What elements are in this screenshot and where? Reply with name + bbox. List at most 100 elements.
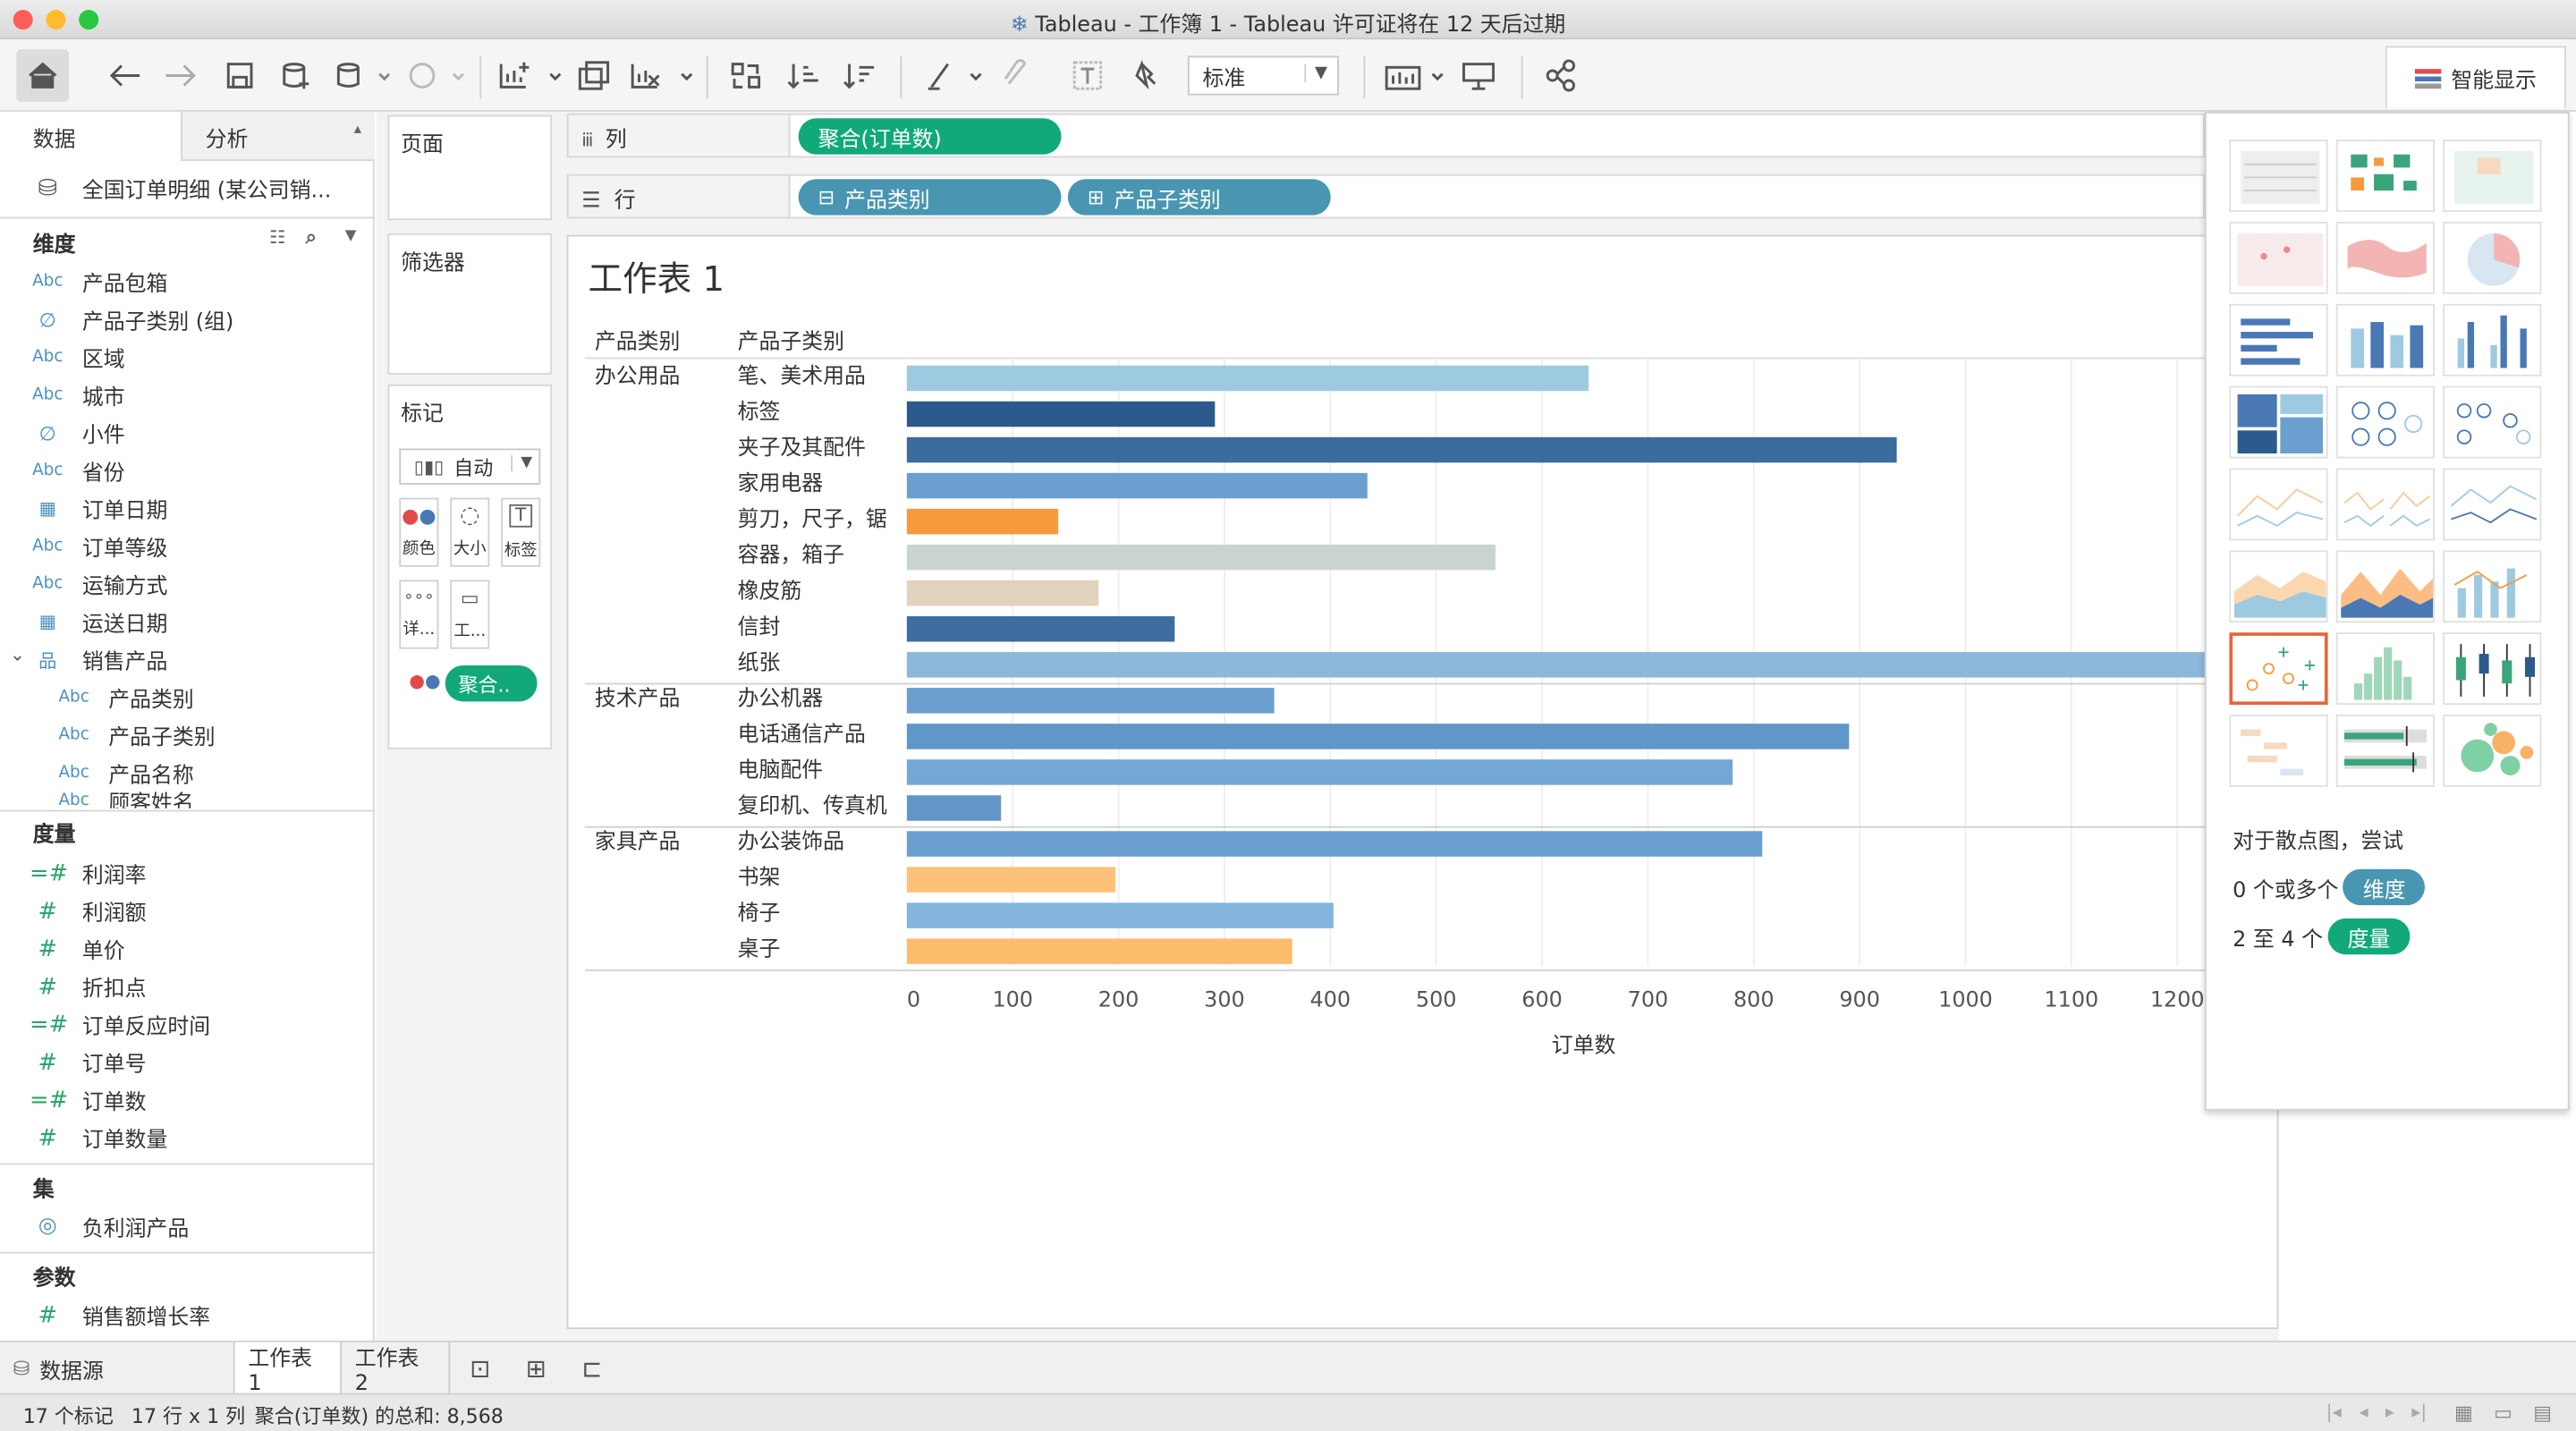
sort-descending-button[interactable] <box>841 55 880 95</box>
prev-page-icon[interactable]: ◂ <box>2360 1401 2368 1423</box>
sheet-sorter-icon[interactable]: ▦ <box>2454 1401 2473 1425</box>
presentation-mode-button[interactable] <box>1459 55 1498 95</box>
measure-item[interactable]: # 利润额 <box>0 892 375 929</box>
dimension-item[interactable]: Abc 产品包箱 <box>0 263 375 301</box>
show-me-discrete-lines[interactable] <box>2335 468 2435 541</box>
size-button[interactable]: ◌ 大小 <box>450 497 490 567</box>
undo-button[interactable] <box>106 55 145 95</box>
next-page-icon[interactable]: ▸ <box>2385 1401 2394 1423</box>
hierarchy-item[interactable]: Abc 产品名称 <box>0 754 375 792</box>
show-me-dual-combination[interactable] <box>2443 550 2542 623</box>
columns-pill[interactable]: 聚合(订单数) <box>798 118 1062 155</box>
measure-item[interactable]: # 单价 <box>0 930 375 968</box>
tab-sheet-1[interactable]: 工作表 1 <box>233 1342 343 1396</box>
fit-select[interactable]: 标准 ▼ <box>1187 55 1339 96</box>
show-me-heat-map[interactable] <box>2335 140 2435 212</box>
show-me-treemap[interactable] <box>2229 385 2328 459</box>
color-button[interactable]: ●● 颜色 <box>399 497 439 567</box>
show-me-packed-bubbles[interactable] <box>2443 715 2542 787</box>
new-story-tab[interactable]: ⊏ <box>568 1342 621 1395</box>
show-me-continuous-lines[interactable] <box>2229 468 2328 541</box>
mark-type-select[interactable]: ▯▮▯ 自动 ▼ <box>399 448 541 485</box>
dimension-item[interactable]: Abc 运输方式 <box>0 565 375 603</box>
tab-sheet-2[interactable]: 工作表 2 <box>342 1342 451 1396</box>
save-button[interactable] <box>220 55 259 95</box>
show-me-pie-chart[interactable] <box>2443 221 2542 294</box>
clear-sheet-button[interactable] <box>628 55 693 95</box>
dimension-item[interactable]: Abc 省份 <box>0 452 375 489</box>
measure-item[interactable]: =# 利润率 <box>0 854 375 892</box>
tab-datasource[interactable]: ⛁ 数据源 <box>0 1342 233 1395</box>
marks-color-pill[interactable]: 聚合.. <box>445 665 538 702</box>
dimensions-menu-icon[interactable]: ▼ <box>345 228 357 244</box>
show-me-side-by-side-bars[interactable] <box>2443 303 2542 377</box>
show-cards-button[interactable] <box>1384 55 1449 95</box>
measure-item[interactable]: # 折扣点 <box>0 968 375 1005</box>
dimension-item[interactable]: 品 销售产品 <box>0 640 375 678</box>
pause-updates-button[interactable] <box>332 55 391 95</box>
filters-card[interactable]: 筛选器 <box>387 233 553 375</box>
show-me-symbol-map[interactable] <box>2229 221 2328 294</box>
show-me-circle-views[interactable] <box>2335 385 2435 459</box>
hierarchy-item[interactable]: Abc 产品子类别 <box>0 716 375 754</box>
sort-ascending-button[interactable] <box>785 55 825 95</box>
highlight-button[interactable] <box>923 55 986 95</box>
new-datasource-button[interactable] <box>276 55 316 95</box>
share-button[interactable] <box>1541 55 1580 95</box>
show-me-side-by-side-circles[interactable] <box>2443 385 2542 459</box>
tooltip-button[interactable]: ▭ 工... <box>450 580 490 649</box>
show-me-gantt-chart[interactable] <box>2229 715 2328 787</box>
fix-axes-button[interactable] <box>1127 55 1166 95</box>
swap-rows-columns-button[interactable] <box>726 55 766 95</box>
measure-item[interactable]: # 订单号 <box>0 1043 375 1080</box>
first-page-icon[interactable]: |◂ <box>2326 1401 2342 1423</box>
dimension-item[interactable]: Abc 订单等级 <box>0 528 375 565</box>
measure-item[interactable]: =# 订单数 <box>0 1081 375 1119</box>
search-icon[interactable]: ⌕ <box>306 225 317 250</box>
redo-button[interactable] <box>161 55 200 95</box>
tab-analysis[interactable]: 分析 ▴ <box>181 111 375 162</box>
home-button[interactable] <box>16 49 70 102</box>
show-me-scatter-plot[interactable] <box>2229 632 2328 706</box>
measure-item[interactable]: =# 订单反应时间 <box>0 1005 375 1043</box>
show-me-histogram[interactable] <box>2335 632 2435 706</box>
dimension-item[interactable]: ∅ 小件 <box>0 414 375 452</box>
filmstrip-icon[interactable]: ▭ <box>2494 1401 2512 1425</box>
dimension-item[interactable]: Abc 区域 <box>0 338 375 376</box>
measure-item[interactable]: # 订单数量 <box>0 1119 375 1156</box>
dimension-item[interactable]: ▦ 运送日期 <box>0 603 375 640</box>
dimension-item[interactable]: ∅ 产品子类别 (组) <box>0 301 375 338</box>
show-me-highlight-table[interactable] <box>2443 140 2542 212</box>
show-me-bullet-graph[interactable] <box>2335 715 2435 787</box>
collapse-hierarchy-icon[interactable]: ⌄ <box>10 644 25 665</box>
new-worksheet-tab[interactable]: ⊡ <box>457 1342 510 1395</box>
rows-pill-category[interactable]: ⊟ 产品类别 <box>798 179 1062 216</box>
new-dashboard-tab[interactable]: ⊞ <box>513 1342 565 1395</box>
set-item[interactable]: ◎ 负利润产品 <box>0 1207 375 1245</box>
columns-shelf[interactable]: iii 列 聚合(订单数) <box>566 113 2205 158</box>
show-me-text-table[interactable] <box>2229 140 2328 212</box>
show-me-continuous-area[interactable] <box>2229 550 2328 623</box>
show-me-dual-lines[interactable] <box>2443 468 2542 541</box>
show-mark-labels-button[interactable] <box>1068 55 1107 95</box>
show-me-button[interactable]: 智能显示 <box>2385 46 2566 109</box>
group-members-button[interactable] <box>996 55 1035 95</box>
refresh-button[interactable] <box>401 55 466 95</box>
dimension-item[interactable]: ▦ 订单日期 <box>0 489 375 527</box>
new-worksheet-button[interactable] <box>496 55 562 95</box>
rows-shelf[interactable]: ☰ 行 ⊟ 产品类别 ⊞ 产品子类别 <box>566 174 2205 219</box>
parameter-item[interactable]: # 销售额增长率 <box>0 1296 375 1334</box>
detail-button[interactable]: ∘∘∘ 详... <box>399 580 439 649</box>
label-button[interactable]: T 标签 <box>501 497 541 567</box>
view-list-icon[interactable]: ☷ <box>269 226 285 248</box>
rows-pill-subcategory[interactable]: ⊞ 产品子类别 <box>1067 179 1331 216</box>
datasource-item[interactable]: ⛁ 全国订单明细 (某公司销... <box>0 169 375 207</box>
hierarchy-item[interactable]: Abc 产品类别 <box>0 679 375 716</box>
hierarchy-item[interactable]: Abc 顾客姓名 <box>0 792 375 808</box>
show-me-box-and-whisker[interactable] <box>2443 632 2542 706</box>
pages-card[interactable]: 页面 <box>387 114 553 221</box>
tabs-icon[interactable]: ▤ <box>2533 1401 2552 1425</box>
duplicate-sheet-button[interactable] <box>575 55 614 95</box>
last-page-icon[interactable]: ▸| <box>2411 1401 2427 1423</box>
show-me-stacked-bars[interactable] <box>2335 303 2435 377</box>
